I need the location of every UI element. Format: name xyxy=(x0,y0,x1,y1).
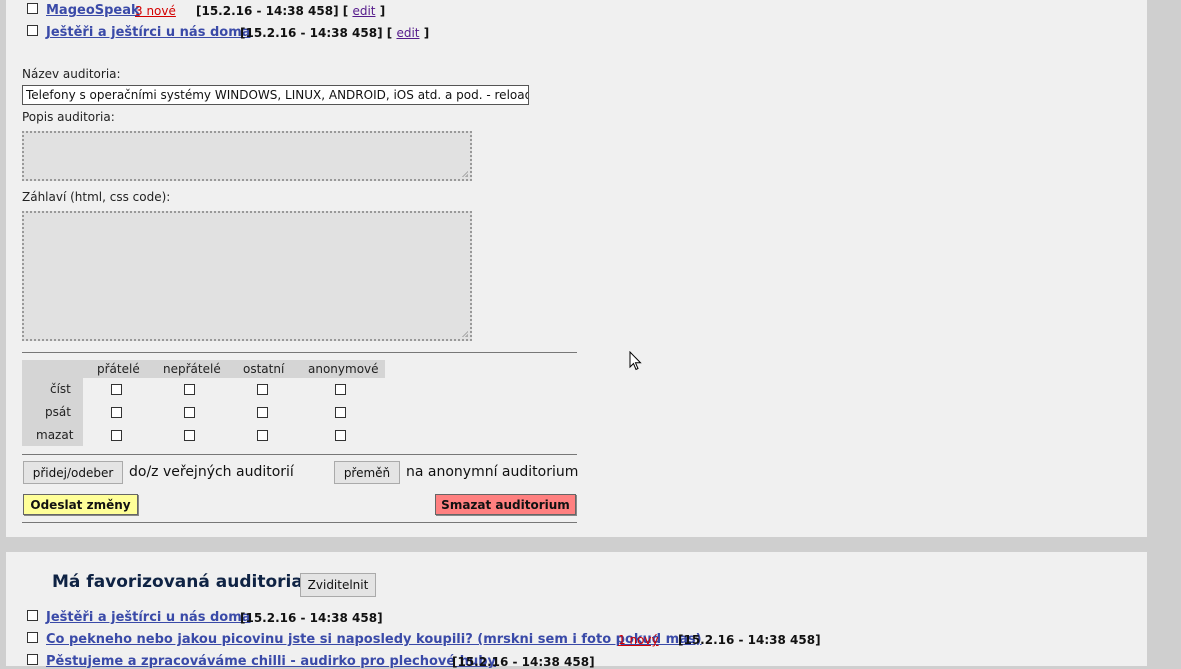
timestamp: [15.2.16 - 14:38 458] xyxy=(240,611,383,625)
timestamp: [15.2.16 - 14:38 458] [ edit ] xyxy=(196,4,386,18)
column-header: přátelé xyxy=(97,362,140,376)
edit-link[interactable]: edit xyxy=(352,4,375,18)
show-favorites-button[interactable]: Zviditelnit xyxy=(300,573,376,597)
row-header: psát xyxy=(45,405,71,419)
favorites-title: Má favorizovaná auditoria xyxy=(52,572,303,592)
divider xyxy=(22,522,577,523)
permission-checkbox[interactable] xyxy=(335,430,346,441)
permission-checkbox[interactable] xyxy=(184,407,195,418)
favorites-panel xyxy=(6,552,1147,666)
column-header: nepřátelé xyxy=(163,362,221,376)
permission-checkbox[interactable] xyxy=(111,407,122,418)
timestamp: [15.2.16 - 14:38 458] [ edit ] xyxy=(240,26,430,40)
column-header: anonymové xyxy=(308,362,379,376)
select-checkbox[interactable] xyxy=(27,25,38,36)
favorite-auditorium-link[interactable]: Ještěři a ještírci u nás doma xyxy=(46,610,251,625)
permissions-table: přátelé nepřátelé ostatní anonymové číst… xyxy=(22,360,385,446)
row-header: mazat xyxy=(36,428,74,442)
resize-grip-icon[interactable] xyxy=(460,169,468,177)
favorite-checkbox[interactable] xyxy=(27,654,38,665)
delete-auditorium-button[interactable]: Smazat auditorium xyxy=(435,494,576,515)
divider xyxy=(22,454,577,455)
permission-checkbox[interactable] xyxy=(111,430,122,441)
select-checkbox[interactable] xyxy=(27,3,38,14)
timestamp: [15.2.16 - 14:38 458] xyxy=(678,633,821,647)
resize-grip-icon[interactable] xyxy=(460,329,468,337)
edit-link[interactable]: edit xyxy=(396,26,419,40)
description-label: Popis auditoria: xyxy=(22,110,115,124)
auditorium-name-input[interactable]: Telefony s operačními systémy WINDOWS, L… xyxy=(22,85,529,105)
new-badge[interactable]: 1 nový xyxy=(618,633,659,647)
favorite-checkbox[interactable] xyxy=(27,610,38,621)
timestamp: [15.2.16 - 14:38 458] xyxy=(452,655,595,669)
header-code-textarea[interactable] xyxy=(22,211,472,341)
permission-checkbox[interactable] xyxy=(184,384,195,395)
divider xyxy=(22,352,577,353)
permission-checkbox[interactable] xyxy=(257,407,268,418)
favorite-checkbox[interactable] xyxy=(27,632,38,643)
new-badge[interactable]: 3 nové xyxy=(135,4,176,18)
add-remove-public-button[interactable]: přidej/odeber xyxy=(23,461,123,484)
permission-checkbox[interactable] xyxy=(335,384,346,395)
favorite-auditorium-link[interactable]: Pěstujeme a zpracováváme chilli - audirk… xyxy=(46,654,496,669)
auditorium-link[interactable]: Ještěři a ještírci u nás doma xyxy=(46,25,251,40)
mouse-cursor-icon xyxy=(629,351,642,371)
row-header: číst xyxy=(50,382,71,396)
submit-changes-button[interactable]: Odeslat změny xyxy=(23,494,138,515)
convert-anonymous-text: na anonymní auditorium xyxy=(406,464,579,480)
permission-checkbox[interactable] xyxy=(257,384,268,395)
permission-checkbox[interactable] xyxy=(111,384,122,395)
permission-checkbox[interactable] xyxy=(335,407,346,418)
description-textarea[interactable] xyxy=(22,131,472,181)
name-label: Název auditoria: xyxy=(22,67,121,81)
permission-checkbox[interactable] xyxy=(184,430,195,441)
permission-checkbox[interactable] xyxy=(257,430,268,441)
header-label: Záhlaví (html, css code): xyxy=(22,190,171,204)
auditorium-link[interactable]: MageoSpeak xyxy=(46,3,140,18)
column-header: ostatní xyxy=(243,362,285,376)
convert-anonymous-button[interactable]: přeměň xyxy=(334,461,400,484)
add-remove-public-text: do/z veřejných auditorií xyxy=(129,464,294,480)
favorite-auditorium-link[interactable]: Co pekneho nebo jakou picovinu jste si n… xyxy=(46,632,702,647)
